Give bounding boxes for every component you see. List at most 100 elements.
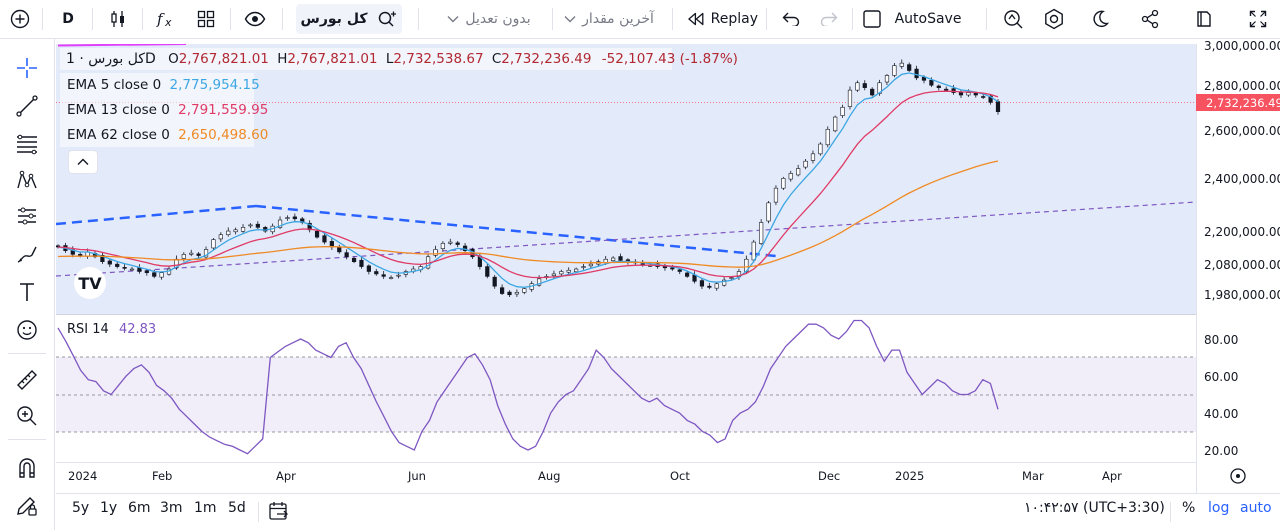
candle-body [107, 260, 112, 265]
last-value-select[interactable]: آخرین مقدار [558, 4, 660, 34]
pattern-tool[interactable] [8, 163, 46, 197]
candle-body [766, 202, 771, 222]
goto-date-button[interactable] [268, 500, 290, 526]
maximize-button[interactable] [1244, 4, 1272, 34]
indicators-button[interactable]: fx [152, 4, 180, 34]
separator [42, 8, 43, 30]
rsi-label: RSI 14 [67, 322, 109, 337]
legend-title: کل بورس · 1D [66, 51, 156, 67]
adjustment-select[interactable]: بدون تعدیل [432, 4, 546, 34]
symbol-name: کل بورس [300, 11, 368, 27]
range-6m[interactable]: 6m [128, 500, 151, 516]
separator [282, 8, 283, 30]
candle-body [233, 229, 238, 233]
alert-button[interactable] [1000, 4, 1028, 34]
candle-body [314, 230, 320, 238]
candle-body [551, 273, 557, 276]
ema5-legend[interactable]: EMA 5 close 0 2,775,954.15 [67, 77, 260, 93]
layout-button[interactable] [192, 4, 220, 34]
square-icon [863, 10, 881, 28]
share-icon [1141, 9, 1159, 29]
top-toolbar: D fx کل بورس بدون تعدیل آخرین مقدار Repl… [0, 0, 1280, 39]
interval-button[interactable]: D [56, 4, 80, 34]
price-tick: 2,400,000.00 [1204, 172, 1280, 186]
magnet-tool[interactable] [8, 451, 46, 485]
candle-body [374, 271, 379, 275]
range-5d[interactable]: 5d [228, 500, 246, 516]
range-3m[interactable]: 3m [160, 500, 183, 516]
ruler-icon [17, 370, 37, 390]
zoom-tool[interactable] [8, 399, 46, 433]
share-button[interactable] [1136, 4, 1164, 34]
ema-label: EMA 62 close 0 [67, 127, 170, 143]
brush-tool[interactable] [8, 237, 46, 271]
candle-body [685, 272, 690, 277]
candle-body [129, 268, 135, 271]
crosshair-tool[interactable] [8, 51, 46, 85]
candle-body [914, 68, 919, 79]
last-price-label: 2,732,236.49 [1206, 96, 1280, 110]
crosshair-icon [17, 58, 37, 78]
percent-scale-button[interactable]: % [1182, 500, 1195, 516]
candle-body [255, 223, 260, 228]
search-icon [379, 11, 397, 27]
measure-tool[interactable] [8, 363, 46, 397]
candle-body [936, 85, 941, 88]
undo-button[interactable] [776, 4, 806, 34]
ema62-legend[interactable]: EMA 62 close 0 2,650,498.60 [67, 127, 268, 143]
chart-type-button[interactable] [104, 4, 132, 34]
candle-body [181, 254, 186, 259]
rsi-legend[interactable]: RSI 14 42.83 [67, 322, 156, 337]
forecast-tool[interactable] [8, 199, 46, 233]
candle-body [907, 64, 912, 71]
candle-body [351, 257, 357, 262]
time-tick: 2025 [895, 469, 925, 483]
redo-button[interactable] [814, 4, 844, 34]
theme-toggle[interactable] [1086, 4, 1114, 34]
autosave-button[interactable]: AutoSave [892, 4, 964, 34]
candle-body [337, 246, 342, 253]
settings-button[interactable] [1040, 4, 1068, 34]
range-1m[interactable]: 1m [194, 500, 217, 516]
last-value-label: آخرین مقدار [582, 11, 654, 27]
replay-button[interactable]: Replay [688, 4, 758, 34]
emoji-tool[interactable] [8, 313, 46, 347]
candle-body [670, 267, 675, 270]
goto-realtime-button[interactable] [1228, 466, 1248, 486]
symbol-legend[interactable]: کل بورس · 1D O2,767,821.01 H2,767,821.01… [66, 51, 738, 67]
forecast-icon [18, 207, 36, 225]
add-symbol-button[interactable] [6, 4, 34, 34]
lock-drawings-tool[interactable] [8, 489, 46, 523]
candle-body [781, 178, 786, 189]
ema13-legend[interactable]: EMA 13 close 0 2,791,559.95 [67, 102, 268, 118]
candle-body [559, 271, 564, 275]
pencil-lock-icon [17, 497, 37, 516]
time-tick: Aug [538, 469, 561, 483]
fullscreen-toggle[interactable] [858, 4, 886, 34]
time-tick: Apr [276, 469, 296, 483]
candle-body [189, 252, 194, 255]
candle-body [855, 82, 860, 91]
time-tick: Mar [1022, 469, 1044, 483]
symbol-search[interactable]: کل بورس [296, 4, 402, 34]
range-1y[interactable]: 1y [100, 500, 117, 516]
separator [142, 8, 143, 30]
rsi-tick: 80.00 [1204, 333, 1239, 347]
collapse-legend-button[interactable] [68, 150, 98, 174]
clock[interactable]: ۱۰:۴۲:۵۷ (UTC+3:30) [1024, 500, 1165, 516]
log-scale-button[interactable]: log [1208, 500, 1229, 516]
gear-icon [1045, 8, 1063, 30]
range-5y[interactable]: 5y [72, 500, 89, 516]
separator [852, 8, 853, 30]
candle-body [388, 277, 394, 279]
trend-line-tool[interactable] [8, 89, 46, 123]
candle-body [973, 93, 978, 96]
rsi-tick: 20.00 [1204, 444, 1239, 458]
candle-body [707, 285, 712, 288]
snapshot-button[interactable] [1190, 4, 1218, 34]
fib-tool[interactable] [8, 127, 46, 161]
text-tool[interactable] [8, 275, 46, 309]
candle-body [499, 287, 505, 294]
auto-scale-button[interactable]: auto [1240, 500, 1272, 516]
visibility-button[interactable] [240, 4, 270, 34]
